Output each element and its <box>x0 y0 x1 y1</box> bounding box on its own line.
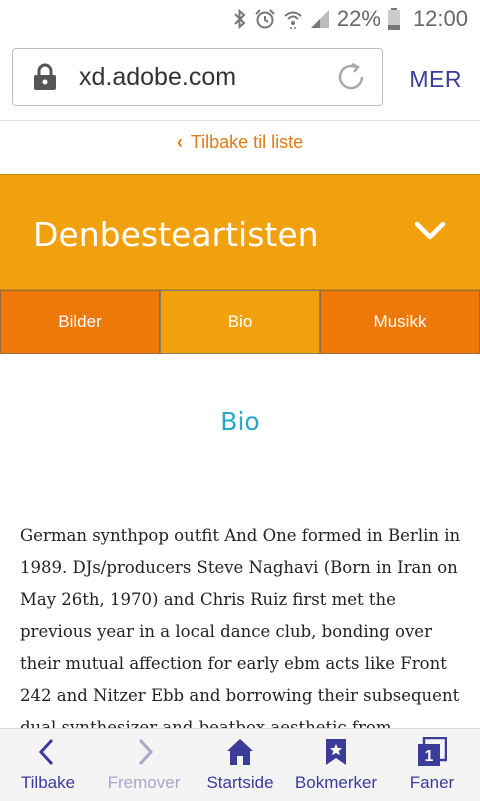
lock-icon <box>34 63 56 90</box>
clock: 12:00 <box>412 6 468 31</box>
bluetooth-icon <box>234 9 246 29</box>
bookmark-icon <box>326 739 346 765</box>
battery-percent: 22% <box>336 6 381 31</box>
artist-name: Denbesteartisten <box>33 215 319 254</box>
nav-bookmarks-label: Bokmerker <box>294 773 378 792</box>
tab-musikk[interactable]: Musikk <box>320 290 480 354</box>
section-title: Bio <box>220 407 260 436</box>
more-menu-button[interactable]: MER <box>409 66 462 93</box>
status-bar: 22% 12:00 <box>0 0 480 38</box>
wifi-icon <box>284 11 302 29</box>
browser-toolbar: xd.adobe.com MER <box>0 38 480 121</box>
nav-bookmarks-button[interactable]: Bokmerker <box>288 729 384 801</box>
signal-icon <box>310 10 329 28</box>
home-icon <box>227 739 253 765</box>
tab-bio[interactable]: Bio <box>160 290 320 354</box>
address-bar[interactable]: xd.adobe.com <box>12 48 383 106</box>
nav-tabs-button[interactable]: 1 Faner <box>384 729 480 801</box>
nav-tabs-label: Faner <box>409 773 455 792</box>
nav-back-button[interactable]: Tilbake <box>0 729 96 801</box>
nav-home-button[interactable]: Startside <box>192 729 288 801</box>
url-text[interactable]: xd.adobe.com <box>79 63 334 92</box>
nav-forward-button[interactable]: Fremover <box>96 729 192 801</box>
back-arrow-icon <box>38 738 54 766</box>
bio-text: German synthpop outfit And One formed in… <box>20 526 461 728</box>
status-icons: 22% 12:00 <box>233 6 468 32</box>
nav-home-label: Startside <box>206 773 274 792</box>
bottom-navigation: Tilbake Fremover Startside Bokmerker 1 F… <box>0 728 480 801</box>
back-to-list-link[interactable]: ‹ Tilbake til liste <box>0 132 480 153</box>
tabs-icon: 1 <box>418 737 447 766</box>
battery-icon <box>387 8 400 30</box>
reload-icon[interactable] <box>334 60 368 94</box>
nav-forward-label: Fremover <box>107 773 181 792</box>
svg-text:1: 1 <box>425 748 434 765</box>
back-to-list-label: Tilbake til liste <box>190 132 304 152</box>
nav-back-label: Tilbake <box>20 773 76 792</box>
tab-bilder[interactable]: Bilder <box>0 290 160 354</box>
alarm-icon <box>255 9 275 29</box>
forward-arrow-icon <box>138 738 154 766</box>
chevron-left-icon: ‹ <box>176 132 183 152</box>
artist-tabs: Bilder Bio Musikk <box>0 290 480 354</box>
artist-header[interactable]: Denbesteartisten <box>0 174 480 290</box>
chevron-down-icon[interactable] <box>414 219 446 243</box>
